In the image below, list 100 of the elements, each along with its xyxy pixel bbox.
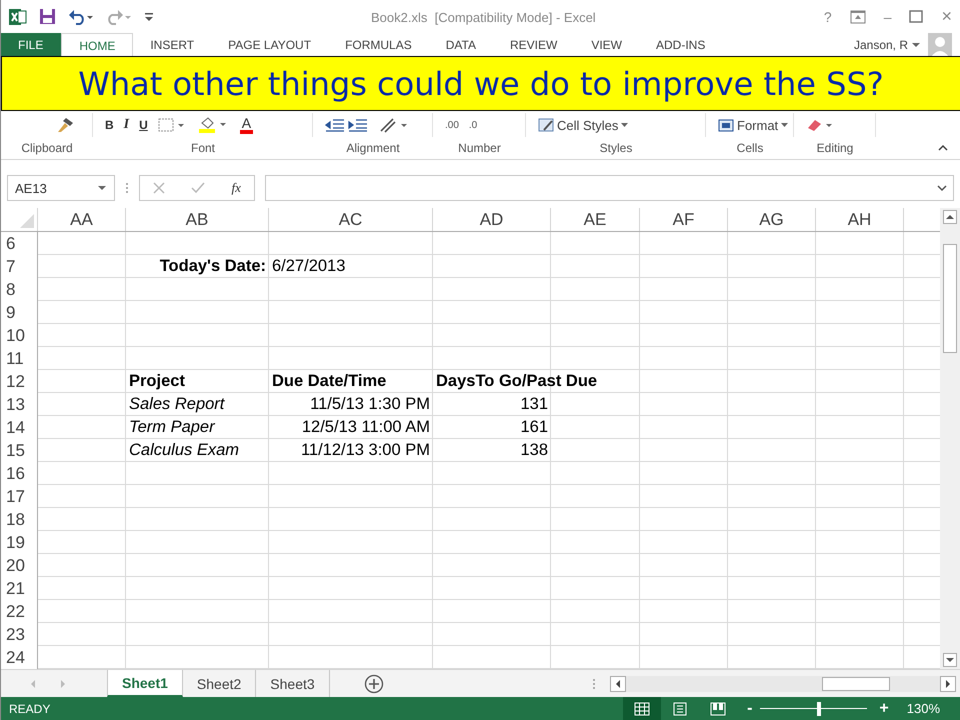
row-header[interactable]: 12 bbox=[1, 370, 38, 393]
expand-caret-icon[interactable] bbox=[937, 184, 947, 192]
row-header[interactable]: 21 bbox=[1, 577, 38, 600]
scroll-right-icon[interactable] bbox=[940, 676, 956, 692]
row-header[interactable]: 24 bbox=[1, 646, 38, 669]
cell-text: Calculus Exam bbox=[129, 441, 240, 460]
column-header[interactable]: AF bbox=[640, 208, 728, 231]
caret-icon bbox=[621, 123, 628, 127]
save-icon[interactable] bbox=[39, 8, 56, 25]
column-header[interactable]: AA bbox=[38, 208, 126, 231]
zoom-level[interactable]: 130% bbox=[906, 701, 940, 716]
formula-input[interactable] bbox=[265, 175, 954, 201]
cell-styles-icon bbox=[538, 118, 554, 132]
column-header[interactable]: AE bbox=[551, 208, 640, 231]
row-header[interactable]: 18 bbox=[1, 508, 38, 531]
cell-text: Term Paper bbox=[129, 418, 215, 437]
status-text: READY bbox=[9, 702, 50, 716]
ribbon-tab[interactable]: FORMULAS bbox=[328, 33, 429, 56]
caret-icon bbox=[781, 123, 788, 127]
row-header[interactable]: 7 bbox=[1, 255, 38, 278]
cell-text: Sales Report bbox=[129, 395, 224, 414]
cell-styles-button[interactable]: Cell Styles bbox=[538, 118, 628, 132]
help-button[interactable]: ? bbox=[824, 8, 832, 24]
caret-icon[interactable] bbox=[98, 186, 106, 190]
ribbon-group-label: Clipboard bbox=[20, 141, 74, 155]
scroll-down-icon[interactable] bbox=[943, 653, 957, 667]
row-header[interactable]: 9 bbox=[1, 301, 38, 324]
cell-text: 11/5/13 1:30 PM bbox=[310, 395, 430, 414]
column-header[interactable]: AH bbox=[816, 208, 904, 231]
cell-text: 138 bbox=[520, 441, 548, 460]
minimize-button[interactable]: – bbox=[884, 8, 892, 24]
insert-function-button[interactable]: fx bbox=[232, 180, 241, 196]
name-box[interactable]: AE13 bbox=[7, 175, 115, 201]
ribbon-tab[interactable]: REVIEW bbox=[492, 33, 574, 56]
row-header[interactable]: 8 bbox=[1, 278, 38, 301]
column-header[interactable]: AG bbox=[728, 208, 816, 231]
scroll-up-icon[interactable] bbox=[943, 210, 957, 224]
row-header[interactable]: 11 bbox=[1, 347, 38, 370]
decrease-decimal-button[interactable]: .0 bbox=[468, 120, 478, 130]
page-break-icon bbox=[710, 702, 726, 716]
ribbon-tab[interactable]: ADD-INS bbox=[639, 33, 722, 56]
cell-text: Today's Date: bbox=[160, 257, 266, 276]
row-header[interactable]: 15 bbox=[1, 439, 38, 462]
scroll-left-icon[interactable] bbox=[610, 676, 626, 692]
zoom-in-button[interactable]: + bbox=[879, 700, 889, 718]
excel-logo-icon bbox=[9, 8, 27, 26]
cell-text: 131 bbox=[520, 395, 548, 414]
normal-view-button[interactable] bbox=[623, 697, 662, 720]
row-header[interactable]: 14 bbox=[1, 416, 38, 439]
ribbon-group-label: Font bbox=[190, 141, 216, 155]
column-header[interactable]: AD bbox=[433, 208, 551, 231]
ribbon-tab[interactable]: DATA bbox=[428, 33, 493, 56]
grip-icon[interactable] bbox=[592, 678, 596, 690]
ribbon-tab[interactable]: PAGE LAYOUT bbox=[211, 33, 328, 56]
check-icon[interactable] bbox=[191, 182, 206, 194]
avatar-icon[interactable] bbox=[928, 32, 952, 56]
sheet-tab[interactable]: Sheet1 bbox=[107, 670, 183, 697]
increase-decimal-button[interactable]: .00 bbox=[445, 120, 459, 130]
row-header[interactable]: 17 bbox=[1, 485, 38, 508]
row-header[interactable]: 16 bbox=[1, 462, 38, 485]
undo-icon[interactable] bbox=[68, 8, 94, 24]
add-sheet-icon[interactable] bbox=[364, 674, 384, 694]
collapse-ribbon-icon[interactable] bbox=[938, 144, 948, 151]
row-header[interactable]: 13 bbox=[1, 393, 38, 416]
italic-button[interactable]: I bbox=[124, 117, 130, 133]
format-painter-icon[interactable] bbox=[56, 117, 74, 133]
account-name[interactable]: Janson, R bbox=[854, 33, 908, 56]
eraser-icon[interactable] bbox=[806, 118, 834, 132]
file-tab[interactable]: FILE bbox=[1, 33, 62, 56]
column-header[interactable]: AB bbox=[126, 208, 269, 231]
customize-caret-icon[interactable] bbox=[144, 10, 154, 22]
scroll-thumb[interactable] bbox=[822, 676, 890, 690]
row-header[interactable]: 19 bbox=[1, 531, 38, 554]
scroll-thumb[interactable] bbox=[943, 244, 957, 353]
ribbon-tab[interactable]: HOME bbox=[61, 33, 134, 56]
cell-text: 6/27/2013 bbox=[272, 257, 346, 276]
format-button[interactable]: Format bbox=[718, 118, 788, 132]
ribbon-group-label: Cells bbox=[736, 141, 764, 155]
ribbon-tab[interactable]: VIEW bbox=[574, 33, 639, 56]
cell-text: Due Date/Time bbox=[272, 372, 386, 391]
row-header[interactable]: 20 bbox=[1, 554, 38, 577]
ribbon-tab[interactable]: INSERT bbox=[133, 33, 212, 56]
underline-button[interactable]: U bbox=[139, 118, 148, 132]
row-header[interactable]: 22 bbox=[1, 600, 38, 623]
maximize-icon[interactable] bbox=[909, 10, 924, 23]
caret-icon[interactable] bbox=[912, 42, 920, 48]
zoom-out-button[interactable]: - bbox=[747, 700, 752, 718]
grid-icon bbox=[634, 702, 650, 716]
cell-text: DaysTo Go/Past Due bbox=[436, 372, 598, 391]
row-header[interactable]: 23 bbox=[1, 623, 38, 646]
bold-button[interactable]: B bbox=[105, 118, 114, 132]
indent-icons[interactable] bbox=[325, 118, 369, 132]
ribbon-group-label: Styles bbox=[598, 141, 634, 155]
close-button[interactable]: × bbox=[941, 6, 952, 27]
ribbon-display-icon[interactable] bbox=[850, 10, 866, 24]
row-header[interactable]: 10 bbox=[1, 324, 38, 347]
column-header[interactable]: AC bbox=[269, 208, 433, 231]
page-icon bbox=[672, 702, 688, 716]
row-header[interactable]: 6 bbox=[1, 232, 38, 255]
font-color-button[interactable]: A bbox=[240, 116, 254, 134]
